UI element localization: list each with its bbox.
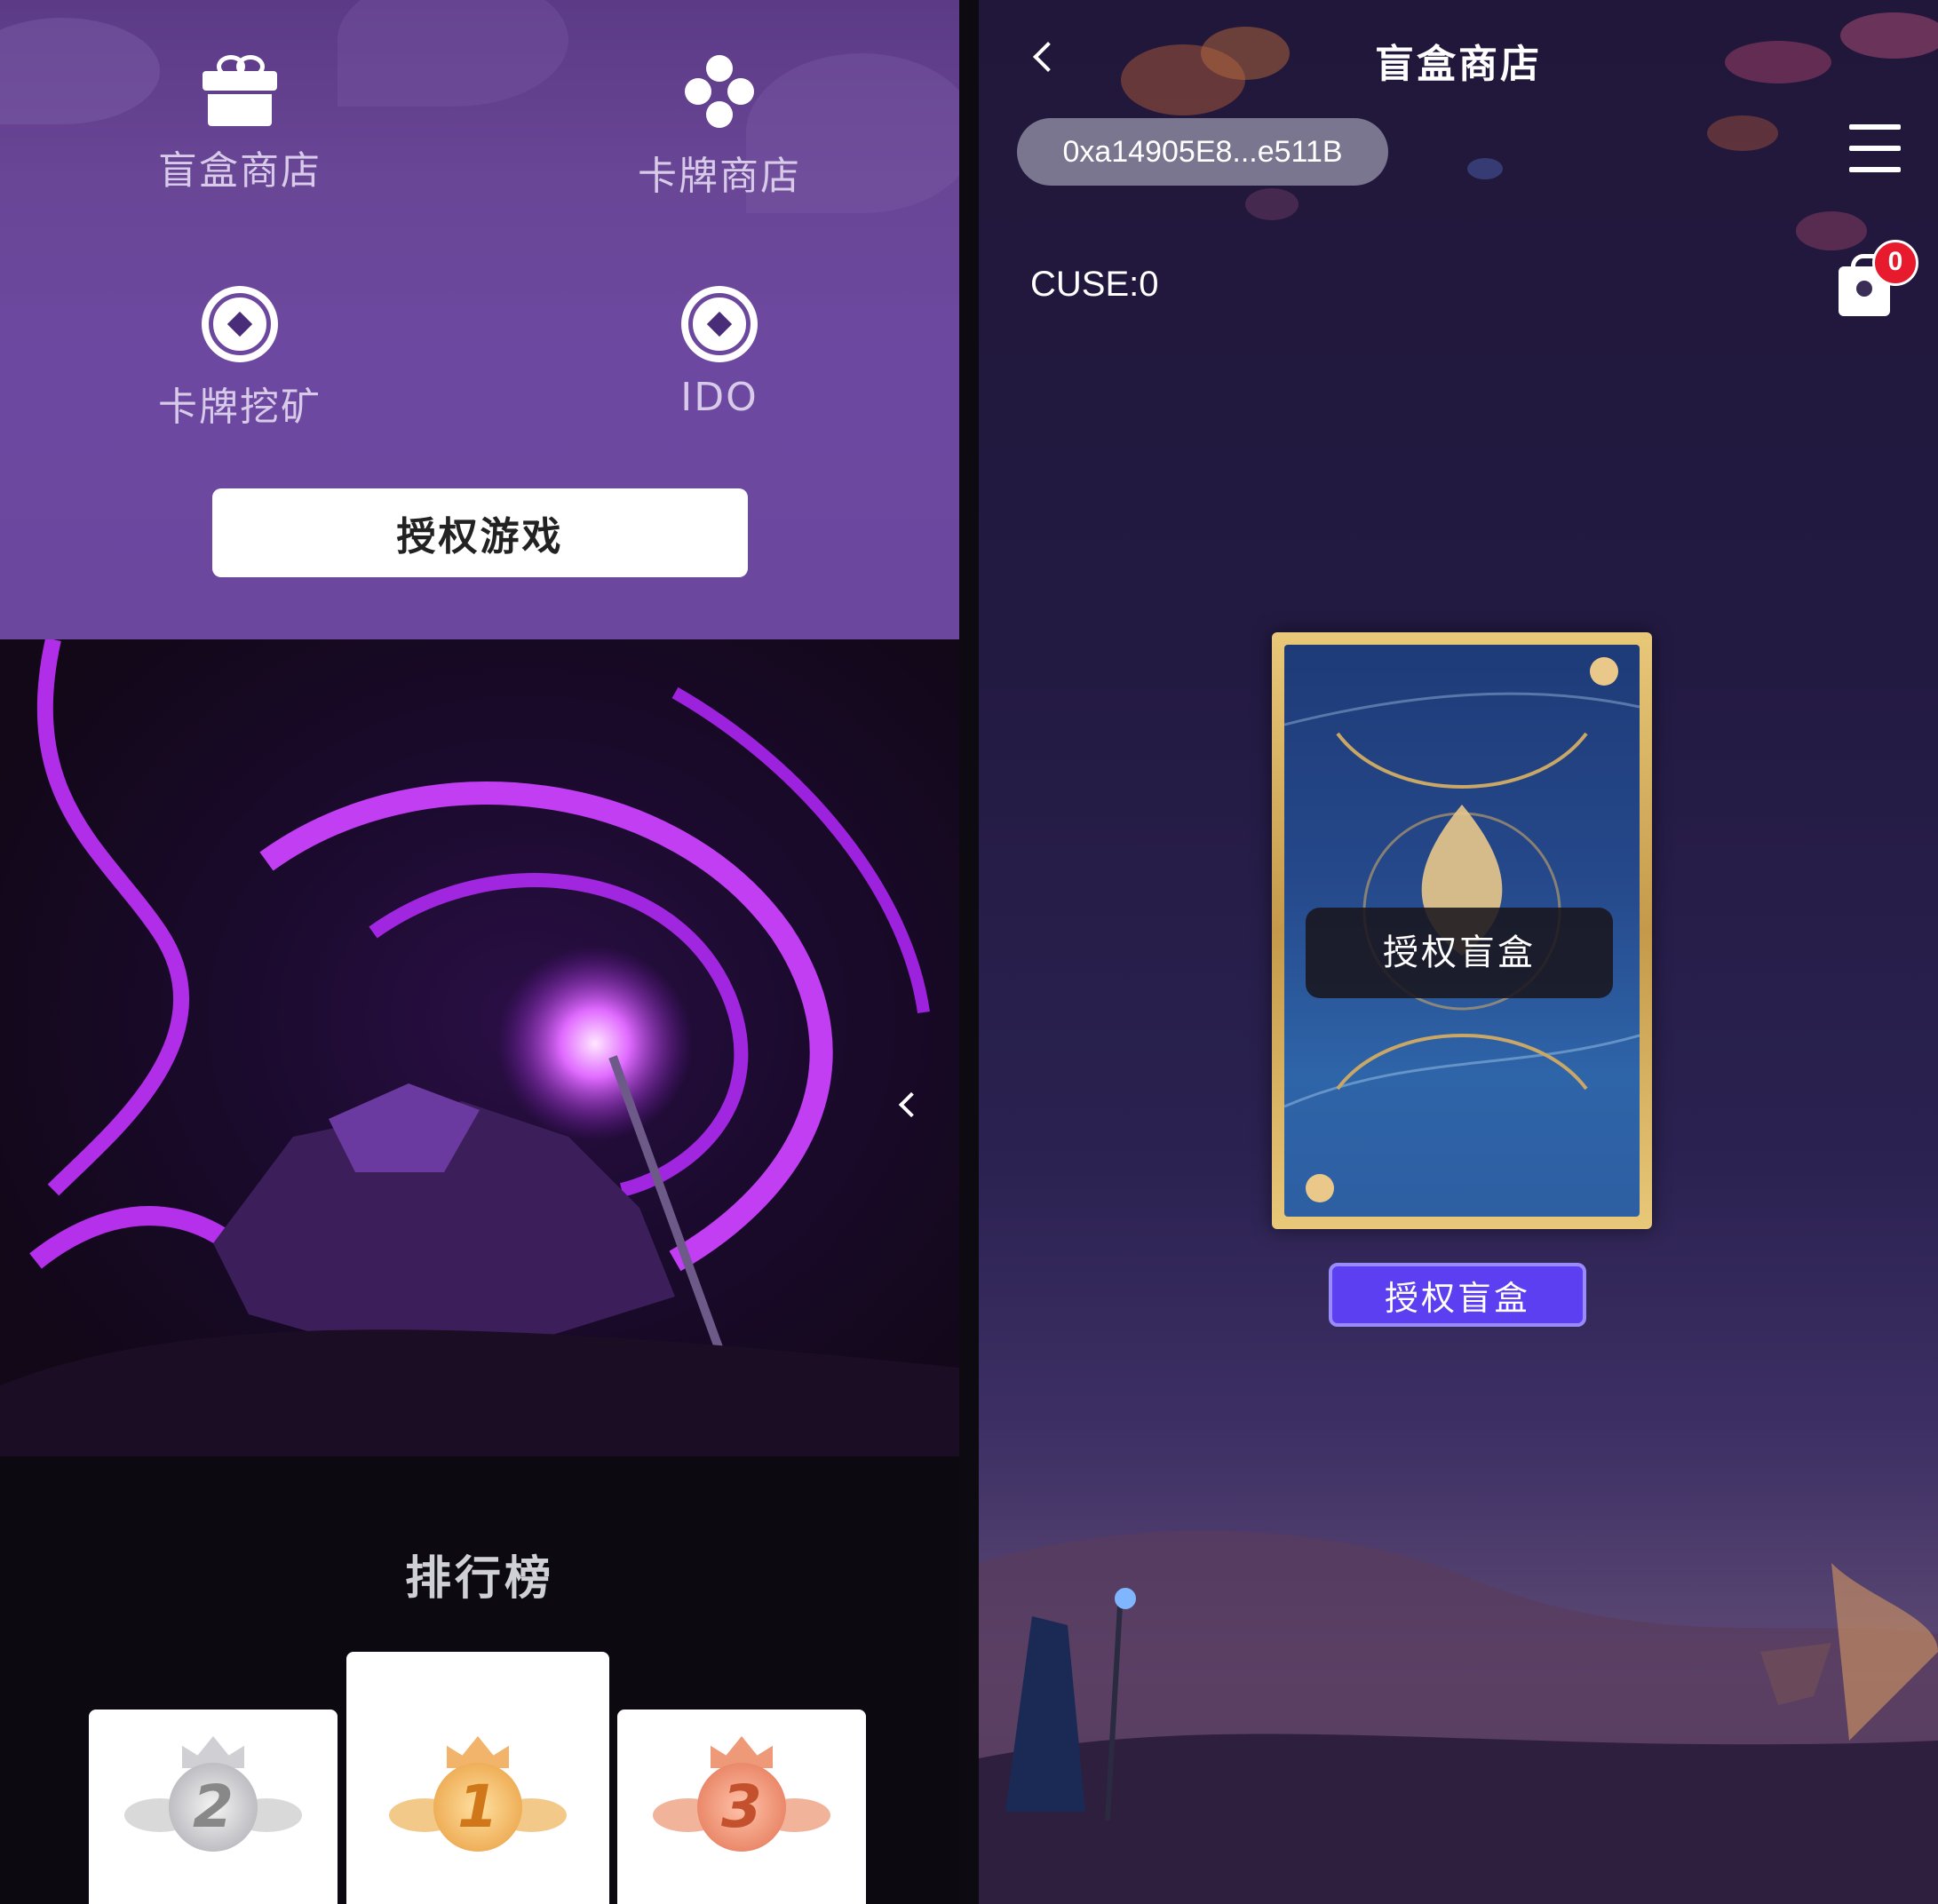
gold-medal-icon: 1 xyxy=(389,1736,567,1887)
podium-rank-1[interactable]: 1 xyxy=(346,1652,609,1904)
rank-number: 3 xyxy=(721,1773,762,1841)
leaderboard-title: 排行榜 xyxy=(404,1552,554,1606)
menu-item-blindbox-store[interactable]: 盲盒商店 xyxy=(107,55,373,195)
menu-item-ido[interactable]: IDO xyxy=(586,286,853,420)
menu-item-label: 卡牌挖矿 xyxy=(158,385,322,430)
clover-icon xyxy=(679,52,759,131)
menu-item-card-mining[interactable]: 卡牌挖矿 xyxy=(107,286,373,432)
page-title: 盲盒商店 xyxy=(1375,42,1542,87)
podium-rank-2[interactable]: 2 xyxy=(89,1710,338,1904)
podium-rank-3[interactable]: 3 xyxy=(617,1710,866,1904)
cart-button[interactable]: 0 xyxy=(1839,240,1918,330)
cart-count-badge: 0 xyxy=(1872,240,1918,286)
hamburger-icon xyxy=(1849,146,1901,151)
wallet-address-pill[interactable]: 0xa14905E8...e511B xyxy=(1017,118,1388,186)
authorize-blindbox-button[interactable]: 授权盲盒 xyxy=(1329,1263,1586,1327)
bronze-medal-icon: 3 xyxy=(653,1736,830,1887)
rank-number: 1 xyxy=(457,1773,498,1841)
menu-item-label: IDO xyxy=(680,375,759,420)
wizard-artwork xyxy=(0,639,959,1483)
menu-item-label: 盲盒商店 xyxy=(158,148,322,194)
leaderboard-section: 排行榜 2 1 3 xyxy=(0,1456,959,1904)
rank-number: 2 xyxy=(193,1773,234,1841)
chevron-left-icon xyxy=(898,1091,925,1118)
menu-button[interactable] xyxy=(1849,124,1902,174)
hamburger-icon xyxy=(1849,124,1901,130)
menu-item-label: 卡牌商店 xyxy=(638,154,801,199)
screen-divider xyxy=(959,0,979,1904)
carousel-prev-button[interactable] xyxy=(897,1091,925,1118)
card-authorize-overlay[interactable]: 授权盲盒 xyxy=(1306,908,1613,998)
menu-item-card-store[interactable]: 卡牌商店 xyxy=(586,52,853,201)
right-screen: 盲盒商店 0xa14905E8...e511B CUSE:0 0 授权盲盒 授权… xyxy=(979,0,1938,1904)
silver-medal-icon: 2 xyxy=(124,1736,302,1887)
gift-icon xyxy=(203,55,277,126)
hero-banner xyxy=(0,639,959,1483)
left-screen: 盲盒商店 卡牌商店 卡牌挖矿 IDO 授权游戏 排行榜 2 1 3 xyxy=(0,0,959,1904)
coin-icon xyxy=(681,286,758,362)
game-menu-panel: 盲盒商店 卡牌商店 卡牌挖矿 IDO 授权游戏 xyxy=(0,0,959,639)
coin-icon xyxy=(202,286,278,362)
authorize-game-button[interactable]: 授权游戏 xyxy=(212,488,748,577)
token-balance: CUSE:0 xyxy=(1030,265,1159,304)
hamburger-icon xyxy=(1849,167,1901,172)
